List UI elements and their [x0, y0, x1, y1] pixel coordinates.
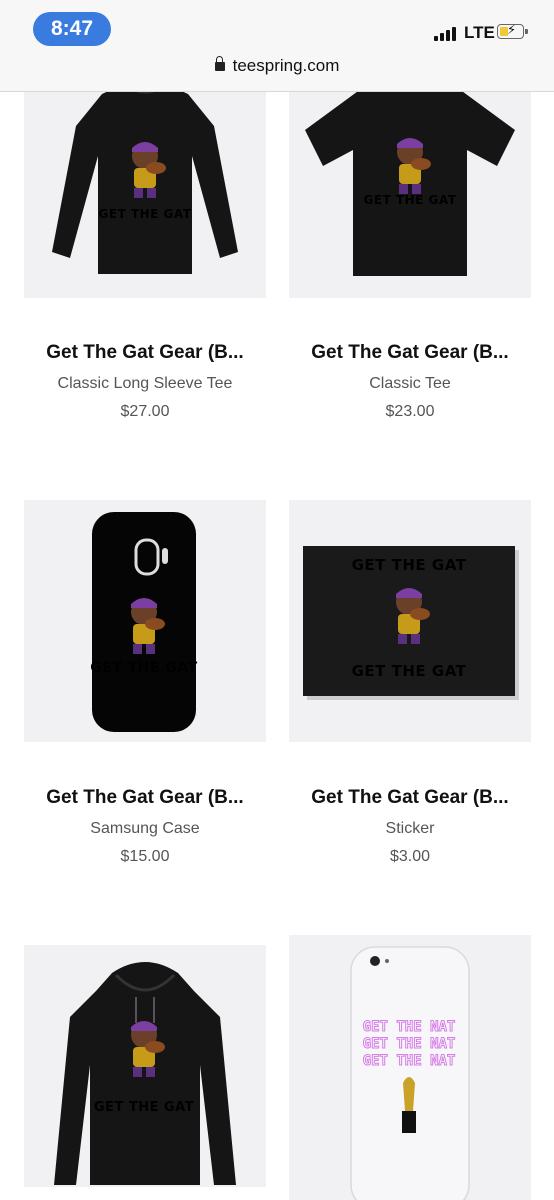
signal-icon	[434, 27, 456, 41]
lock-icon	[214, 56, 225, 71]
product-name[interactable]: Get The Gat Gear (B...	[289, 787, 531, 809]
network-label: LTE	[464, 23, 495, 42]
sticker-icon: GET THE GAT GET THE GAT	[303, 546, 519, 700]
product-image[interactable]: GET THE GAT	[24, 56, 266, 298]
product-type: Samsung Case	[90, 820, 200, 837]
battery-icon: ⚡	[497, 22, 528, 39]
product-price: $3.00	[389, 848, 431, 865]
print-text: GET THE NAT	[363, 1053, 456, 1069]
product-image[interactable]: GET THE GAT GET THE GAT	[289, 500, 531, 742]
print-text: GET THE GAT	[90, 660, 197, 676]
phone-case-icon: GET THE GAT	[90, 512, 197, 732]
phone-case-icon: GET THE NAT GET THE NAT GET THE NAT	[350, 946, 470, 1200]
t-shirt-icon: GET THE GAT	[305, 76, 515, 276]
browser-chrome: 8:47 LTE ⚡ teespring.com	[0, 0, 554, 92]
product-type: Sticker	[385, 820, 435, 837]
address-bar[interactable]: teespring.com	[0, 56, 554, 76]
print-text: GET THE NAT	[363, 1036, 456, 1052]
hoodie-icon: GET THE GAT	[54, 962, 236, 1185]
status-time[interactable]: 8:47	[33, 12, 111, 46]
product-type: Classic Tee	[369, 375, 451, 392]
print-text: GET THE GAT	[94, 1100, 194, 1115]
print-text-bottom: GET THE GAT	[352, 662, 467, 680]
long-sleeve-shirt-icon: GET THE GAT	[52, 82, 238, 274]
url-text: teespring.com	[232, 56, 340, 75]
page: 8:47 LTE ⚡ teespring.com GET THE GAT Get…	[0, 0, 554, 1200]
product-image[interactable]: GET THE GAT	[24, 500, 266, 742]
product-name[interactable]: Get The Gat Gear (B...	[24, 342, 266, 364]
print-text: GET THE GAT	[99, 207, 192, 221]
print-text: GET THE GAT	[364, 193, 457, 207]
print-text: GET THE GAT	[352, 556, 467, 574]
product-type: Classic Long Sleeve Tee	[57, 375, 233, 392]
product-image[interactable]: GET THE NAT GET THE NAT GET THE NAT	[289, 935, 531, 1200]
print-text: GET THE NAT	[363, 1019, 456, 1035]
product-image[interactable]: GET THE GAT	[289, 56, 531, 298]
product-price: $23.00	[385, 403, 435, 420]
product-name[interactable]: Get The Gat Gear (B...	[289, 342, 531, 364]
product-name[interactable]: Get The Gat Gear (B...	[24, 787, 266, 809]
product-price: $15.00	[120, 848, 170, 865]
product-image[interactable]: GET THE GAT	[24, 945, 266, 1187]
product-price: $27.00	[120, 403, 170, 420]
